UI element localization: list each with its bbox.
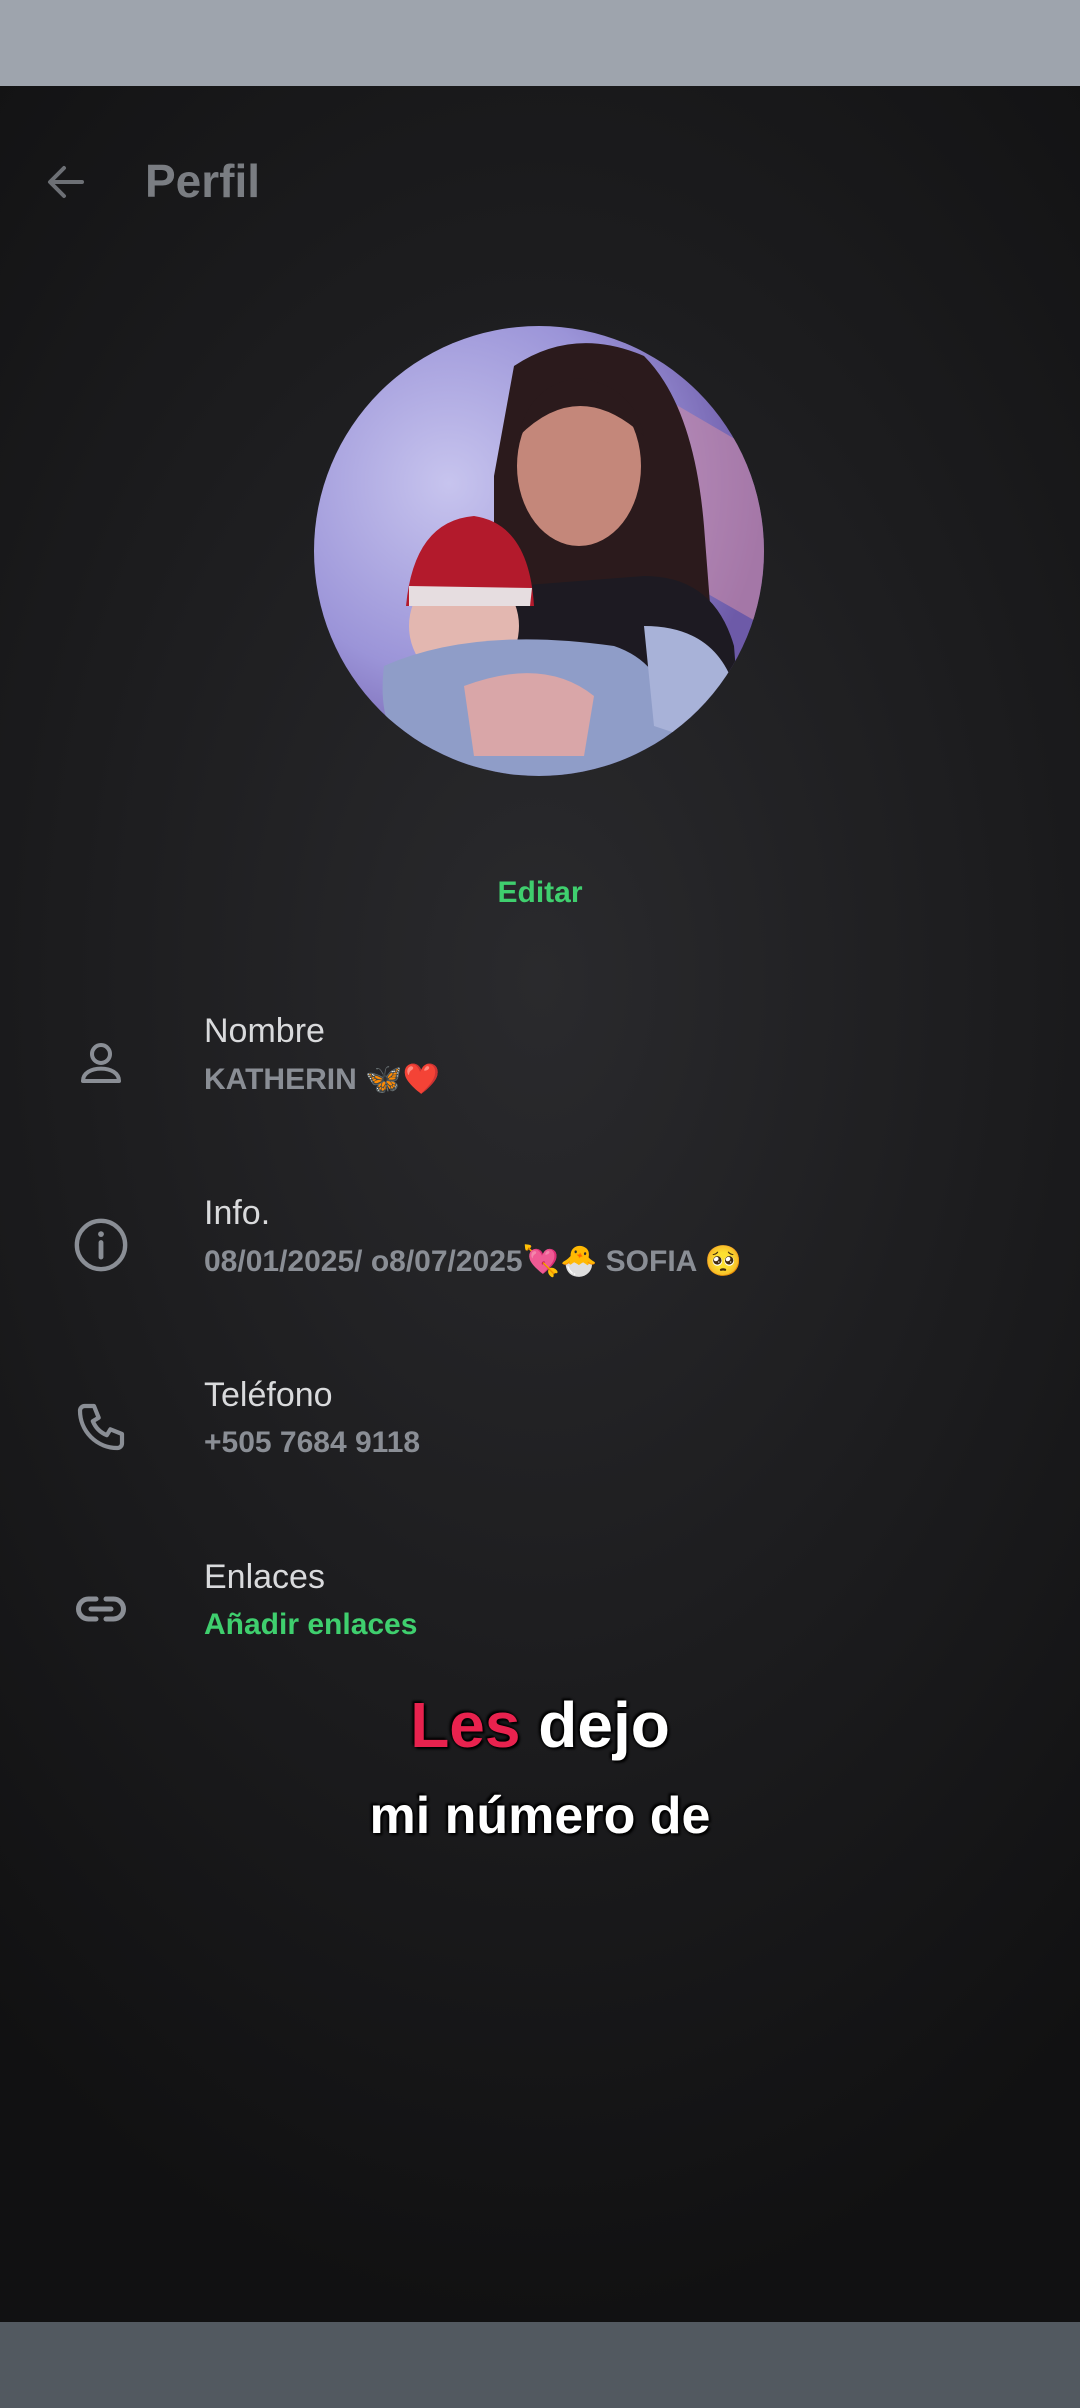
edit-photo-link[interactable]: Editar (0, 876, 1080, 910)
name-value: KATHERIN 🦋❤️ (204, 1063, 440, 1096)
links-row[interactable]: Enlaces Añadir enlaces (0, 1550, 1080, 1690)
page-title: Perfil (145, 155, 261, 207)
back-button[interactable] (30, 152, 102, 212)
phone-row[interactable]: Teléfono +505 7684 9118 (0, 1368, 1080, 1508)
links-label: Enlaces (204, 1558, 325, 1596)
info-value: 08/01/2025/ o8/07/2025💘🐣 SOFIA 🥺 (204, 1245, 742, 1278)
caption-line-1: Les dejo (0, 1688, 1080, 1762)
caption-line-1-rest: dejo (538, 1689, 670, 1761)
bottom-band (0, 2322, 1080, 2408)
app-header: Perfil (0, 126, 1080, 236)
person-icon (68, 1030, 134, 1096)
info-label: Info. (204, 1194, 271, 1232)
arrow-left-icon (48, 166, 84, 198)
phone-value: +505 7684 9118 (204, 1426, 421, 1459)
screenshot-page: Perfil Editar Nombre KATHERIN 🦋❤️ Info. … (0, 0, 1080, 2408)
info-row[interactable]: Info. 08/01/2025/ o8/07/2025💘🐣 SOFIA 🥺 (0, 1186, 1080, 1326)
profile-photo-image (314, 326, 764, 776)
phone-icon (68, 1394, 134, 1460)
caption-accent-word: Les (410, 1689, 521, 1761)
name-label: Nombre (204, 1012, 325, 1050)
profile-photo[interactable] (314, 326, 764, 776)
info-circle-icon (68, 1212, 134, 1278)
top-band (0, 0, 1080, 86)
add-links-link[interactable]: Añadir enlaces (204, 1608, 417, 1642)
caption-line-2: mi número de (369, 1787, 711, 1845)
link-icon (68, 1576, 134, 1642)
name-row[interactable]: Nombre KATHERIN 🦋❤️ (0, 1004, 1080, 1144)
phone-label: Teléfono (204, 1376, 333, 1414)
